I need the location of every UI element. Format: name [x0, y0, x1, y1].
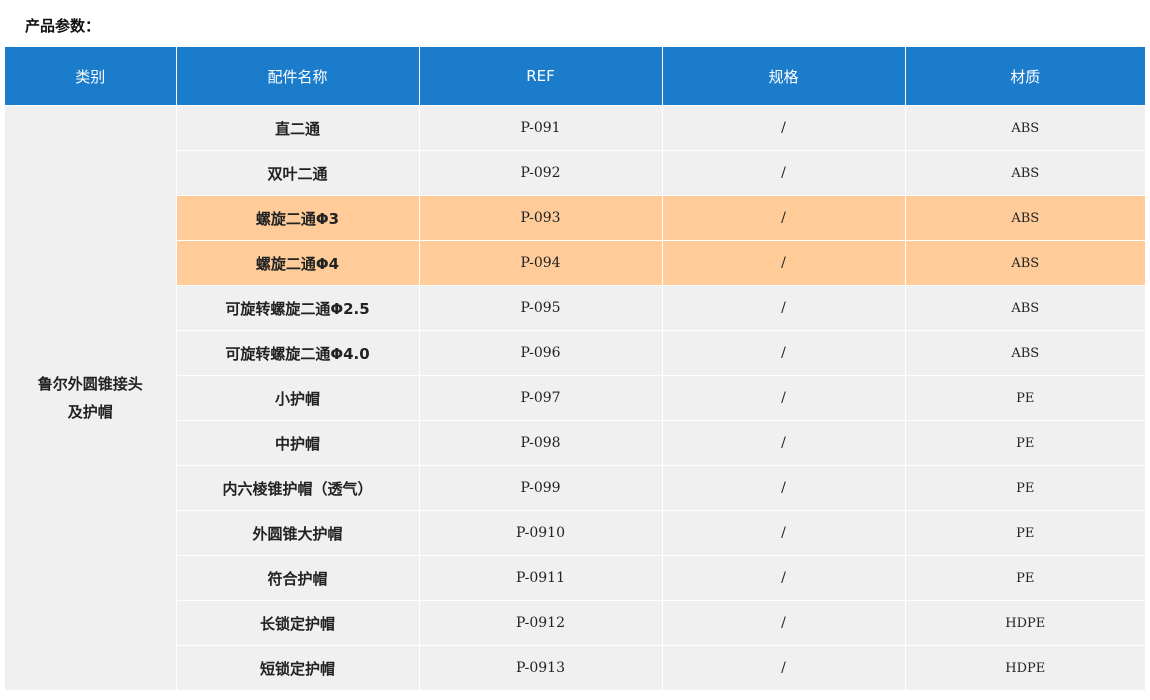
material-cell: PE — [904, 375, 1145, 421]
material-cell: ABS — [904, 240, 1145, 286]
material-cell: HDPE — [904, 600, 1145, 646]
part-name-cell: 螺旋二通Φ3 — [175, 195, 420, 241]
ref-cell: P-0913 — [418, 645, 663, 691]
table-row: 中护帽 P-098 / PE — [5, 420, 1145, 466]
spec-cell: / — [661, 375, 906, 421]
header-category: 类别 — [5, 47, 177, 106]
table-row-highlighted: 螺旋二通Φ4 P-094 / ABS — [5, 240, 1145, 286]
material-cell: PE — [904, 420, 1145, 466]
part-name-cell: 符合护帽 — [175, 555, 420, 601]
page-title: 产品参数： — [25, 17, 101, 35]
table-row: 可旋转螺旋二通Φ4.0 P-096 / ABS — [5, 330, 1145, 376]
header-ref: REF — [418, 47, 663, 106]
category-cell: 鲁尔外圆锥接头 及护帽 — [5, 105, 177, 691]
ref-cell: P-098 — [418, 420, 663, 466]
spec-cell: / — [661, 240, 906, 286]
part-name-cell: 长锁定护帽 — [175, 600, 420, 646]
part-name-cell: 螺旋二通Φ4 — [175, 240, 420, 286]
spec-cell: / — [661, 420, 906, 466]
category-line-1: 鲁尔外圆锥接头 — [37, 375, 143, 393]
spec-cell: / — [661, 555, 906, 601]
table-body: 鲁尔外圆锥接头 及护帽 直二通 P-091 / ABS 双叶二通 P-092 /… — [5, 105, 1145, 691]
part-name-cell: 短锁定护帽 — [175, 645, 420, 691]
ref-cell: P-0911 — [418, 555, 663, 601]
table-row: 外圆锥大护帽 P-0910 / PE — [5, 510, 1145, 556]
material-cell: ABS — [904, 330, 1145, 376]
spec-cell: / — [661, 150, 906, 196]
spec-cell: / — [661, 600, 906, 646]
spec-cell: / — [661, 285, 906, 331]
ref-cell: P-093 — [418, 195, 663, 241]
spec-cell: / — [661, 645, 906, 691]
table-row: 符合护帽 P-0911 / PE — [5, 555, 1145, 601]
table-row: 内六棱锥护帽（透气） P-099 / PE — [5, 465, 1145, 511]
category-line-2: 及护帽 — [67, 403, 113, 421]
part-name-cell: 中护帽 — [175, 420, 420, 466]
material-cell: ABS — [904, 150, 1145, 196]
part-name-cell: 双叶二通 — [175, 150, 420, 196]
material-cell: PE — [904, 510, 1145, 556]
ref-cell: P-095 — [418, 285, 663, 331]
ref-cell: P-096 — [418, 330, 663, 376]
ref-cell: P-0912 — [418, 600, 663, 646]
table-row: 可旋转螺旋二通Φ2.5 P-095 / ABS — [5, 285, 1145, 331]
header-spec: 规格 — [661, 47, 906, 106]
table-row: 鲁尔外圆锥接头 及护帽 直二通 P-091 / ABS — [5, 105, 1145, 691]
product-params-table: 类别 配件名称 REF 规格 材质 鲁尔外圆锥接头 及护帽 直二通 P-091 … — [5, 47, 1145, 691]
part-name-cell: 可旋转螺旋二通Φ2.5 — [175, 285, 420, 331]
part-name-cell: 内六棱锥护帽（透气） — [175, 465, 420, 511]
table-row: 长锁定护帽 P-0912 / HDPE — [5, 600, 1145, 646]
ref-cell: P-097 — [418, 375, 663, 421]
header-part-name: 配件名称 — [175, 47, 420, 106]
spec-cell: / — [661, 105, 906, 151]
part-name-cell: 小护帽 — [175, 375, 420, 421]
header-material: 材质 — [904, 47, 1145, 106]
spec-cell: / — [661, 330, 906, 376]
ref-cell: P-0910 — [418, 510, 663, 556]
material-cell: HDPE — [904, 645, 1145, 691]
spec-cell: / — [661, 195, 906, 241]
material-cell: PE — [904, 465, 1145, 511]
ref-cell: P-099 — [418, 465, 663, 511]
material-cell: ABS — [904, 105, 1145, 151]
table-row-highlighted: 螺旋二通Φ3 P-093 / ABS — [5, 195, 1145, 241]
ref-cell: P-092 — [418, 150, 663, 196]
material-cell: ABS — [904, 285, 1145, 331]
table-row: 双叶二通 P-092 / ABS — [5, 150, 1145, 196]
table-header-row: 类别 配件名称 REF 规格 材质 — [5, 47, 1145, 106]
table-row: 小护帽 P-097 / PE — [5, 375, 1145, 421]
part-name-cell: 可旋转螺旋二通Φ4.0 — [175, 330, 420, 376]
spec-cell: / — [661, 465, 906, 511]
material-cell: ABS — [904, 195, 1145, 241]
part-name-cell: 直二通 — [175, 105, 420, 151]
ref-cell: P-091 — [418, 105, 663, 151]
material-cell: PE — [904, 555, 1145, 601]
ref-cell: P-094 — [418, 240, 663, 286]
part-name-cell: 外圆锥大护帽 — [175, 510, 420, 556]
spec-cell: / — [661, 510, 906, 556]
table-row: 短锁定护帽 P-0913 / HDPE — [5, 645, 1145, 691]
